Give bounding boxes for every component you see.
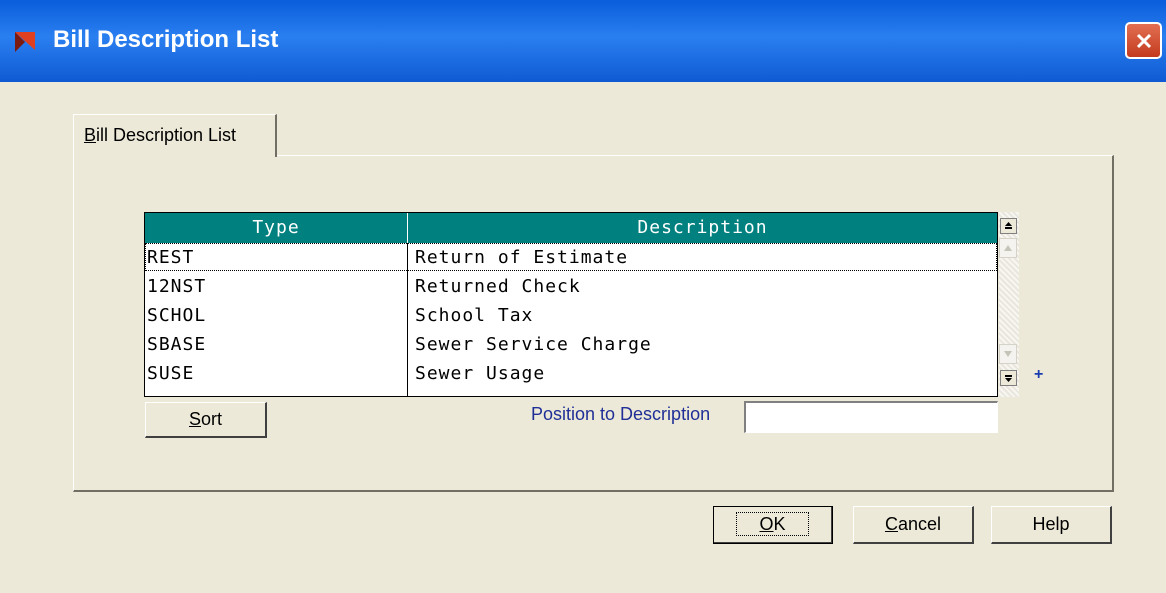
tab-label-accel: B xyxy=(84,125,97,145)
close-x-icon xyxy=(1136,33,1151,48)
bill-description-grid[interactable]: Type Description REST Return of Estimate… xyxy=(144,212,998,397)
ok-label: OK xyxy=(736,512,809,536)
grid-header: Type Description xyxy=(145,213,997,243)
window-title: Bill Description List xyxy=(53,26,279,53)
column-header-type[interactable]: Type xyxy=(145,213,408,243)
tab-bill-description-list[interactable]: Bill Description List xyxy=(73,114,277,157)
scroll-down-arrow[interactable] xyxy=(999,344,1017,364)
sort-rest: ort xyxy=(201,409,223,429)
scroll-bottom-button[interactable] xyxy=(1000,370,1017,386)
position-to-description-label: Position to Description xyxy=(531,404,711,424)
table-row[interactable]: 12NST Returned Check xyxy=(145,272,997,301)
arrow-up-icon xyxy=(1004,245,1012,251)
tab-label: Bill Description List xyxy=(84,125,236,146)
ok-button[interactable]: OK xyxy=(713,506,833,544)
table-row[interactable]: SBASE Sewer Service Charge xyxy=(145,330,997,359)
sort-accel: S xyxy=(188,409,201,429)
arrow-down-icon xyxy=(1004,351,1012,357)
tab-label-rest: ill Description List xyxy=(96,125,237,145)
close-button[interactable] xyxy=(1125,22,1162,59)
cell-description: School Tax xyxy=(415,305,534,326)
row-focus-rect xyxy=(145,243,997,271)
scroll-to-bottom-icon xyxy=(1005,375,1012,382)
cell-type: 12NST xyxy=(147,276,207,297)
cell-description: Sewer Service Charge xyxy=(415,334,652,355)
sort-button[interactable]: Sort xyxy=(145,402,267,438)
table-row[interactable]: SCHOL School Tax xyxy=(145,301,997,330)
table-row[interactable]: SUSE Sewer Usage xyxy=(145,359,997,388)
grid-scrollbar[interactable] xyxy=(999,212,1019,397)
app-icon xyxy=(15,32,35,52)
cell-type: SUSE xyxy=(147,363,195,384)
scroll-top-button[interactable] xyxy=(1000,218,1017,234)
title-bar[interactable]: Bill Description List xyxy=(0,0,1166,82)
cell-description: Returned Check xyxy=(415,276,581,297)
more-indicator: + xyxy=(1034,366,1044,383)
cancel-rest: ancel xyxy=(897,514,942,534)
cancel-accel: C xyxy=(884,514,898,534)
cell-type: SCHOL xyxy=(147,305,207,326)
scroll-up-arrow[interactable] xyxy=(999,238,1017,258)
cell-type: SBASE xyxy=(147,334,207,355)
ok-accel: O xyxy=(759,514,774,534)
ok-rest: K xyxy=(773,514,786,534)
cancel-button[interactable]: Cancel xyxy=(853,506,974,544)
column-header-description[interactable]: Description xyxy=(408,213,997,243)
cell-description: Sewer Usage xyxy=(415,363,546,384)
dialog-window: Bill Description List Bill Description L… xyxy=(0,0,1166,593)
scroll-to-top-icon xyxy=(1005,222,1012,229)
position-to-description-input[interactable] xyxy=(744,401,998,433)
help-button[interactable]: Help xyxy=(991,506,1112,544)
